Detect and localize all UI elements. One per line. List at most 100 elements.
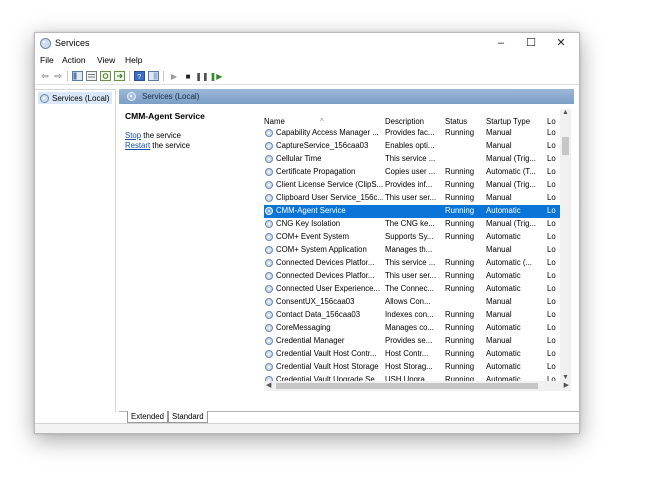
help-icon[interactable]: ? bbox=[133, 70, 145, 82]
cell-name: CaptureService_156caa03 bbox=[276, 141, 369, 150]
table-row[interactable]: Credential Vault Host Storage Host Storag… bbox=[264, 361, 560, 374]
cell-logon: Lo bbox=[547, 232, 556, 241]
service-description-panel: CMM-Agent Service Stop the service Resta… bbox=[125, 111, 255, 150]
scroll-down-icon[interactable]: ▼ bbox=[560, 374, 571, 381]
cell-status: Running bbox=[445, 336, 475, 345]
cell-status: Running bbox=[445, 258, 475, 267]
cell-description: Manages th... bbox=[385, 245, 433, 254]
refresh-icon[interactable] bbox=[99, 70, 111, 82]
stop-action-text: the service bbox=[141, 131, 181, 140]
show-hide-icon[interactable] bbox=[147, 70, 159, 82]
service-gear-icon bbox=[265, 155, 273, 163]
table-row[interactable]: ConsentUX_156caa03 Allows Con... Manual Lo bbox=[264, 296, 560, 309]
stop-service-link[interactable]: Stop bbox=[125, 131, 141, 140]
cell-startup: Automatic bbox=[486, 284, 521, 293]
table-row[interactable]: Contact Data_156caa03 Indexes con... Runni… bbox=[264, 309, 560, 322]
table-row[interactable]: CaptureService_156caa03 Enables opti... Ma… bbox=[264, 140, 560, 153]
column-header-startup-type[interactable]: Startup Type bbox=[486, 117, 530, 126]
table-row[interactable]: Connected Devices Platfor... This user se… bbox=[264, 270, 560, 283]
column-header-logon[interactable]: Lo bbox=[547, 117, 556, 126]
cell-status: Running bbox=[445, 323, 475, 332]
table-row[interactable]: Credential Manager Provides se... Running M… bbox=[264, 335, 560, 348]
table-row[interactable]: Connected Devices Platfor... This service… bbox=[264, 257, 560, 270]
service-gear-icon bbox=[265, 259, 273, 267]
tab-standard[interactable]: Standard bbox=[168, 411, 208, 423]
cell-name: ConsentUX_156caa03 bbox=[276, 297, 355, 306]
service-gear-icon bbox=[265, 350, 273, 358]
vertical-scrollbar[interactable]: ▲ ▼ bbox=[560, 109, 571, 381]
cell-startup: Manual bbox=[486, 297, 512, 306]
table-row[interactable]: Capability Access Manager ... Provides fa… bbox=[264, 127, 560, 140]
cell-logon: Lo bbox=[547, 141, 556, 150]
tree-item-services-local[interactable]: Services (Local) bbox=[38, 92, 113, 104]
cell-description: Host Storag... bbox=[385, 362, 433, 371]
vertical-scroll-thumb[interactable] bbox=[562, 137, 569, 155]
tab-extended[interactable]: Extended bbox=[127, 411, 168, 423]
menu-view[interactable]: View bbox=[97, 55, 115, 65]
cell-logon: Lo bbox=[547, 297, 556, 306]
menu-bar: File Action View Help bbox=[35, 54, 579, 67]
service-gear-icon bbox=[265, 298, 273, 306]
cell-description: Provides inf... bbox=[385, 180, 433, 189]
cell-name: Connected User Experience... bbox=[276, 284, 381, 293]
menu-action[interactable]: Action bbox=[62, 55, 86, 65]
maximize-button[interactable]: ☐ bbox=[519, 35, 543, 51]
export-list-icon[interactable] bbox=[113, 70, 125, 82]
table-row[interactable]: Clipboard User Service_156c... This user … bbox=[264, 192, 560, 205]
table-row[interactable]: CNG Key Isolation The CNG ke... Running Man… bbox=[264, 218, 560, 231]
restart-service-link[interactable]: Restart bbox=[125, 141, 150, 150]
cell-name: Certificate Propagation bbox=[276, 167, 356, 176]
stop-service-icon[interactable]: ■ bbox=[182, 70, 194, 82]
column-header-name[interactable]: Name bbox=[264, 117, 285, 126]
table-row[interactable]: Cellular Time This service ... Manual (Tri… bbox=[264, 153, 560, 166]
scroll-right-icon[interactable]: ▶ bbox=[564, 381, 569, 389]
service-gear-icon bbox=[265, 363, 273, 371]
table-row[interactable]: COM+ System Application Manages th... Manu… bbox=[264, 244, 560, 257]
menu-file[interactable]: File bbox=[40, 55, 54, 65]
menu-help[interactable]: Help bbox=[125, 55, 142, 65]
cell-logon: Lo bbox=[547, 180, 556, 189]
table-row[interactable]: Credential Vault Host Contr... Host Contr… bbox=[264, 348, 560, 361]
table-row[interactable]: CoreMessaging Manages co... Running Automat… bbox=[264, 322, 560, 335]
table-row[interactable]: COM+ Event System Supports Sy... Running Au… bbox=[264, 231, 560, 244]
scroll-left-icon[interactable]: ◀ bbox=[266, 381, 271, 389]
cell-logon: Lo bbox=[547, 128, 556, 137]
close-button[interactable]: ✕ bbox=[549, 35, 573, 51]
service-gear-icon bbox=[265, 129, 273, 137]
cell-description: Provides fac... bbox=[385, 128, 435, 137]
service-gear-icon bbox=[265, 181, 273, 189]
title-bar: Services – ☐ ✕ bbox=[35, 33, 579, 53]
cell-status: Running bbox=[445, 206, 475, 215]
cell-description: Supports Sy... bbox=[385, 232, 434, 241]
console-tree-icon[interactable] bbox=[71, 70, 83, 82]
service-gear-icon bbox=[265, 311, 273, 319]
horizontal-scroll-thumb[interactable] bbox=[276, 383, 538, 389]
table-row[interactable]: Client License Service (ClipS... Provides… bbox=[264, 179, 560, 192]
forward-arrow-icon[interactable]: ⇨ bbox=[52, 70, 64, 82]
table-row[interactable]: Connected User Experience... The Connec..… bbox=[264, 283, 560, 296]
horizontal-scrollbar[interactable]: ◀ ▶ bbox=[264, 381, 571, 391]
properties-icon[interactable] bbox=[85, 70, 97, 82]
service-gear-icon bbox=[265, 285, 273, 293]
cell-startup: Manual (Trig... bbox=[486, 180, 536, 189]
cell-startup: Manual bbox=[486, 336, 512, 345]
table-row[interactable]: Certificate Propagation Copies user ... Ru… bbox=[264, 166, 560, 179]
restart-service-icon[interactable]: ❚▶ bbox=[210, 70, 223, 82]
restart-action-text: the service bbox=[150, 141, 191, 150]
column-header-description[interactable]: Description bbox=[385, 117, 424, 126]
start-service-icon[interactable]: ▶ bbox=[168, 70, 180, 82]
pause-service-icon[interactable]: ❚❚ bbox=[195, 70, 208, 82]
cell-status: Running bbox=[445, 310, 475, 319]
back-arrow-icon[interactable]: ⇦ bbox=[39, 70, 51, 82]
cell-logon: Lo bbox=[547, 193, 556, 202]
cell-logon: Lo bbox=[547, 219, 556, 228]
scroll-up-icon[interactable]: ▲ bbox=[560, 109, 571, 116]
cell-startup: Manual bbox=[486, 193, 512, 202]
gear-icon bbox=[40, 93, 49, 103]
table-row[interactable]: CMM-Agent Service Running Automatic Lo bbox=[264, 205, 560, 218]
table-row[interactable]: Credential Vault Upgrade Se... USH Upgra.… bbox=[264, 374, 560, 381]
cell-startup: Manual bbox=[486, 141, 512, 150]
column-header-status[interactable]: Status bbox=[445, 117, 467, 126]
cell-status: Running bbox=[445, 349, 475, 358]
minimize-button[interactable]: – bbox=[489, 35, 513, 51]
